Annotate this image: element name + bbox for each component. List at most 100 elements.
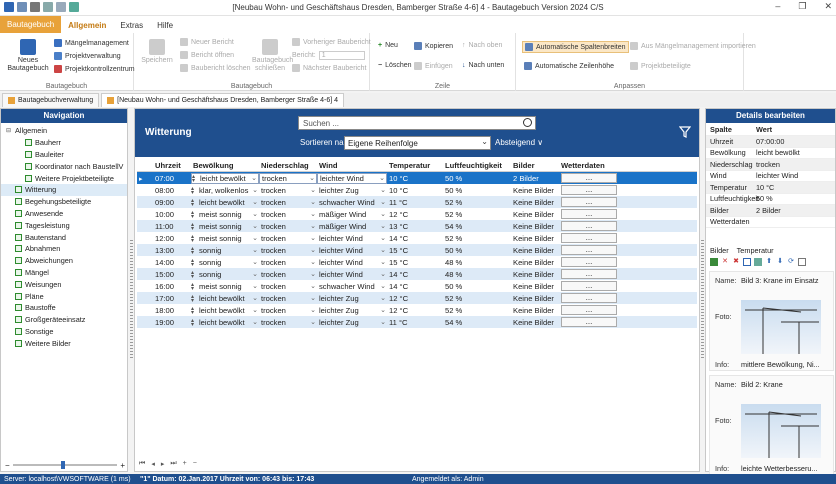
- cell-uhrzeit[interactable]: 13:00: [153, 246, 191, 255]
- weather-data-button[interactable]: ...: [561, 245, 617, 255]
- checkbox-icon[interactable]: [15, 209, 22, 217]
- cell-bewölkung[interactable]: ▴ ▾ meist sonnig ⌄: [191, 210, 259, 219]
- cell-uhrzeit[interactable]: 09:00: [153, 198, 191, 207]
- zoom-slider[interactable]: − +: [5, 461, 125, 470]
- chevron-down-icon[interactable]: ⌄: [252, 294, 258, 302]
- cell-wetterdaten[interactable]: ...: [559, 257, 617, 267]
- weather-data-button[interactable]: ...: [561, 233, 617, 243]
- table-row[interactable]: 17:00 ▴ ▾ leicht bewölkt ⌄ trocken ⌄ leichter Z…: [137, 292, 697, 304]
- cell-bilder[interactable]: Keine Bilder: [511, 234, 559, 243]
- chevron-down-icon[interactable]: ⌄: [252, 234, 258, 242]
- filter-icon[interactable]: [679, 126, 691, 138]
- cell-bilder[interactable]: Keine Bilder: [511, 198, 559, 207]
- spinner-icon[interactable]: ▴ ▾: [191, 234, 194, 243]
- cell-temperatur[interactable]: 12 °C: [387, 294, 443, 303]
- chevron-down-icon[interactable]: ⌄: [380, 234, 386, 242]
- new-report-button[interactable]: Neuer Bericht: [180, 38, 234, 46]
- spinner-icon[interactable]: ▴ ▾: [191, 210, 194, 219]
- detail-row[interactable]: Bilder 2 Bilder: [706, 205, 835, 217]
- nav-item[interactable]: Koordinator nach BaustellV: [1, 160, 127, 172]
- cell-luftfeuchtigkeit[interactable]: 52 %: [443, 234, 511, 243]
- cell-wind[interactable]: leichter Wind ⌄: [317, 258, 387, 267]
- chevron-down-icon[interactable]: ⌄: [379, 174, 385, 182]
- cell-wetterdaten[interactable]: ...: [559, 209, 617, 219]
- zoom-track[interactable]: [12, 461, 118, 469]
- checkbox-icon[interactable]: [15, 327, 22, 335]
- remove-image-icon[interactable]: ✖: [732, 258, 740, 266]
- detail-row[interactable]: Bewölkung leicht bewölkt: [706, 148, 835, 159]
- checkbox-icon[interactable]: [15, 304, 22, 312]
- chevron-down-icon[interactable]: ⌄: [310, 246, 316, 254]
- crane-photo[interactable]: [741, 300, 821, 354]
- cell-wind[interactable]: leichter Wind ⌄: [317, 270, 387, 279]
- minimize-icon[interactable]: –: [775, 1, 780, 12]
- checkbox-icon[interactable]: [15, 292, 22, 300]
- row-down-button[interactable]: ↓ Nach unten: [462, 62, 504, 69]
- nav-item[interactable]: Abweichungen: [1, 255, 127, 267]
- weather-data-button[interactable]: ...: [561, 197, 617, 207]
- next-record-icon[interactable]: ▸: [161, 460, 165, 468]
- nav-item[interactable]: Pläne: [1, 290, 127, 302]
- cell-niederschlag[interactable]: trocken ⌄: [259, 246, 317, 255]
- cell-bilder[interactable]: Keine Bilder: [511, 282, 559, 291]
- delete-image-icon[interactable]: ✕: [721, 258, 729, 266]
- cell-bewölkung[interactable]: ▴ ▾ leicht bewölkt ⌄: [191, 172, 259, 184]
- detail-value[interactable]: leicht bewölkt: [756, 148, 835, 157]
- cell-wind[interactable]: leichter Zug ⌄: [317, 318, 387, 327]
- import-button[interactable]: Aus Mängelmanagement importieren: [630, 42, 756, 50]
- prev-record-icon[interactable]: ◂: [151, 460, 155, 468]
- row-delete-button[interactable]: − Löschen: [378, 62, 412, 69]
- cell-uhrzeit[interactable]: 18:00: [153, 306, 191, 315]
- nav-item[interactable]: Bauleiter: [1, 149, 127, 161]
- nav-item[interactable]: Abnahmen: [1, 243, 127, 255]
- cell-bewölkung[interactable]: ▴ ▾ leicht bewölkt ⌄: [191, 306, 259, 315]
- cell-niederschlag[interactable]: trocken ⌄: [259, 210, 317, 219]
- cell-wind[interactable]: schwacher Wind ⌄: [317, 198, 387, 207]
- cell-uhrzeit[interactable]: 08:00: [153, 186, 191, 195]
- checkbox-icon[interactable]: [15, 280, 22, 288]
- checkbox-icon[interactable]: [15, 245, 22, 253]
- detail-value[interactable]: 50 %: [756, 194, 835, 203]
- delete-report-button[interactable]: Baubericht löschen: [180, 64, 251, 72]
- spinner-icon[interactable]: ▴ ▾: [191, 306, 194, 315]
- cell-wind[interactable]: leichter Zug ⌄: [317, 294, 387, 303]
- detail-value[interactable]: trocken: [756, 160, 835, 169]
- cell-wind[interactable]: mäßiger Wind ⌄: [317, 210, 387, 219]
- cell-niederschlag[interactable]: trocken ⌄: [259, 198, 317, 207]
- image-card[interactable]: Name: Bild 3: Krane im Einsatz Foto: Info: m…: [709, 271, 834, 371]
- table-row[interactable]: 12:00 ▴ ▾ meist sonnig ⌄ trocken ⌄ leichter Win…: [137, 232, 697, 244]
- chevron-down-icon[interactable]: ⌄: [310, 306, 316, 314]
- cell-luftfeuchtigkeit[interactable]: 52 %: [443, 306, 511, 315]
- row-paste-button[interactable]: Einfügen: [414, 62, 453, 70]
- cell-niederschlag[interactable]: trocken ⌄: [259, 186, 317, 195]
- table-row[interactable]: 18:00 ▴ ▾ leicht bewölkt ⌄ trocken ⌄ leichter Z…: [137, 304, 697, 316]
- tab-bilder[interactable]: Bilder: [710, 246, 729, 255]
- cell-bewölkung[interactable]: ▴ ▾ sonnig ⌄: [191, 258, 259, 267]
- weather-data-button[interactable]: ...: [561, 257, 617, 267]
- chevron-down-icon[interactable]: ⌄: [310, 318, 316, 326]
- chevron-down-icon[interactable]: ⌄: [251, 174, 257, 182]
- nav-item[interactable]: Weitere Bilder: [1, 337, 127, 349]
- row-new-button[interactable]: + Neu: [378, 42, 398, 49]
- row-copy-button[interactable]: Kopieren: [414, 42, 453, 50]
- cell-temperatur[interactable]: 13 °C: [387, 222, 443, 231]
- cell-luftfeuchtigkeit[interactable]: 54 %: [443, 318, 511, 327]
- add-image-icon[interactable]: [710, 258, 718, 266]
- column-header[interactable]: Uhrzeit: [153, 161, 191, 170]
- cell-bilder[interactable]: Keine Bilder: [511, 246, 559, 255]
- expand-icon[interactable]: ⊟: [5, 127, 12, 134]
- checkbox-icon[interactable]: [15, 268, 22, 276]
- cell-niederschlag[interactable]: trocken ⌄: [259, 282, 317, 291]
- cell-bilder[interactable]: Keine Bilder: [511, 222, 559, 231]
- chevron-down-icon[interactable]: ⌄: [380, 282, 386, 290]
- spinner-icon[interactable]: ▴ ▾: [191, 282, 194, 291]
- chevron-down-icon[interactable]: ⌄: [380, 246, 386, 254]
- weather-data-button[interactable]: ...: [561, 317, 617, 327]
- cell-luftfeuchtigkeit[interactable]: 50 %: [443, 174, 511, 183]
- cell-wind[interactable]: leichter Wind ⌄: [317, 246, 387, 255]
- cell-temperatur[interactable]: 14 °C: [387, 282, 443, 291]
- nav-item[interactable]: Großgeräteeinsatz: [1, 314, 127, 326]
- chevron-down-icon[interactable]: ⌄: [380, 318, 386, 326]
- cell-uhrzeit[interactable]: 10:00: [153, 210, 191, 219]
- chevron-down-icon[interactable]: ⌄: [310, 222, 316, 230]
